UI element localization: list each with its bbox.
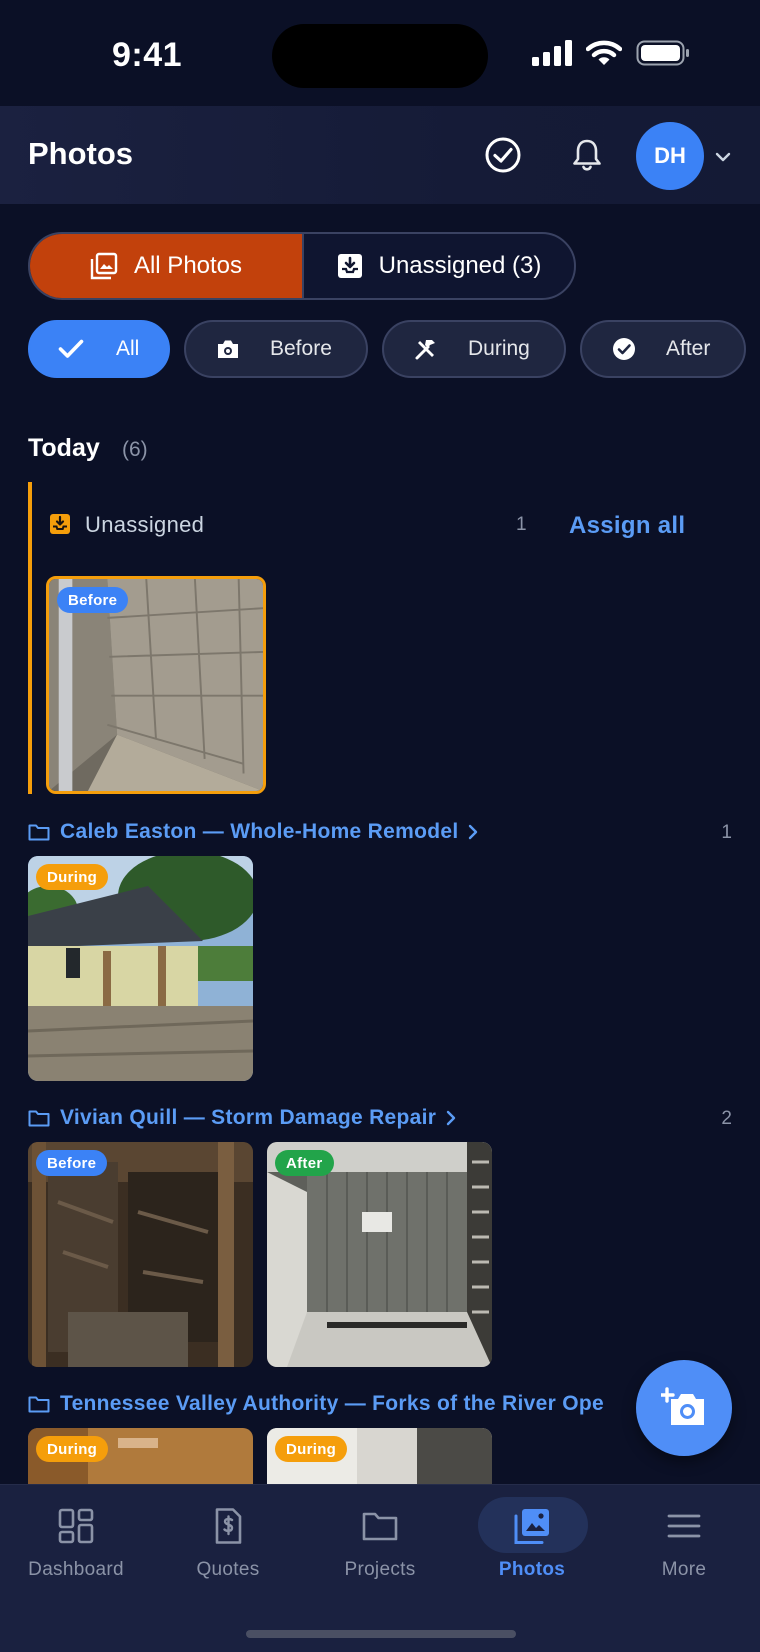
tab-photos[interactable]: Photos	[456, 1507, 608, 1581]
camera-add-icon	[661, 1387, 704, 1425]
photo-badge-during: During	[275, 1436, 348, 1462]
app-header: Photos DH	[0, 106, 760, 204]
bell-icon[interactable]	[568, 136, 606, 174]
page-title: Photos	[28, 136, 134, 171]
project-name: Caleb Easton — Whole-Home Remodel	[60, 820, 459, 843]
project-name: Tennessee Valley Authority — Forks of th…	[60, 1392, 604, 1415]
chevron-right-icon	[447, 1110, 456, 1126]
segment-unassigned-label: Unassigned (3)	[378, 252, 542, 279]
project-name: Vivian Quill — Storm Damage Repair	[60, 1106, 437, 1129]
photo-thumbnail[interactable]: During	[28, 1428, 253, 1484]
check-circle-icon	[613, 338, 635, 360]
assign-all-button[interactable]: Assign all	[569, 512, 685, 540]
tab-dashboard-label: Dashboard	[28, 1559, 124, 1580]
filter-chip-all-label: All	[116, 337, 140, 360]
tab-projects[interactable]: Projects	[304, 1507, 456, 1581]
unassigned-group-count: 1	[516, 514, 527, 535]
folder-icon	[362, 1512, 398, 1541]
photo-library-icon	[90, 252, 118, 280]
tab-quotes[interactable]: Quotes	[152, 1507, 304, 1581]
photo-badge-during: During	[36, 1436, 109, 1462]
project-photo-count: 2	[721, 1108, 732, 1129]
check-icon	[58, 339, 84, 358]
status-icons	[532, 40, 690, 66]
segment-unassigned[interactable]: Unassigned (3)	[304, 234, 574, 298]
photo-badge-during: During	[36, 864, 109, 890]
tab-photos-label: Photos	[498, 1559, 566, 1580]
photo-badge-after: After	[275, 1150, 334, 1176]
section-title-today: Today	[28, 434, 100, 462]
folder-icon	[28, 824, 50, 841]
home-indicator	[246, 1630, 516, 1638]
status-time: 9:41	[112, 36, 183, 74]
tools-icon	[415, 340, 435, 360]
inbox-download-icon	[50, 514, 70, 534]
photo-thumbnail[interactable]: During	[267, 1428, 492, 1484]
project-link[interactable]: Vivian Quill — Storm Damage Repair	[28, 1106, 456, 1130]
photo-thumbnail[interactable]: Before	[46, 576, 266, 794]
chevron-down-icon[interactable]	[712, 146, 734, 168]
folder-icon	[28, 1396, 50, 1413]
quote-document-icon	[215, 1508, 242, 1544]
chevron-right-icon	[469, 824, 478, 840]
photo-scope-segmented-control: All Photos Unassigned (3)	[28, 232, 576, 300]
status-bar: 9:41	[0, 0, 760, 106]
segment-all-photos-label: All Photos	[133, 252, 243, 279]
filter-chip-before[interactable]: Before	[184, 320, 368, 378]
wifi-icon	[586, 40, 622, 65]
photo-badge-before: Before	[57, 587, 129, 613]
photo-thumbnail[interactable]: During	[28, 856, 253, 1081]
unassigned-group-label: Unassigned	[85, 512, 205, 537]
project-link[interactable]: Caleb Easton — Whole-Home Remodel	[28, 820, 478, 844]
photo-thumbnail[interactable]: Before	[28, 1142, 253, 1367]
dynamic-island	[272, 24, 488, 88]
unassigned-accent-bar	[28, 482, 32, 794]
add-photo-button[interactable]	[636, 1360, 732, 1456]
tab-projects-label: Projects	[344, 1559, 416, 1580]
tab-quotes-label: Quotes	[196, 1559, 260, 1580]
bottom-tab-bar: Dashboard Quotes Projects Photos More	[0, 1484, 760, 1652]
filter-chips: All Before During After	[28, 320, 746, 378]
filter-chip-after[interactable]: After	[580, 320, 746, 378]
folder-icon	[28, 1110, 50, 1127]
photos-icon	[514, 1509, 549, 1544]
project-photo-count: 1	[721, 822, 732, 843]
dashboard-icon	[58, 1508, 94, 1544]
cellular-signal-icon	[532, 40, 572, 66]
menu-icon	[667, 1514, 701, 1538]
project-link[interactable]: Tennessee Valley Authority — Forks of th…	[28, 1392, 604, 1416]
photo-badge-before: Before	[36, 1150, 108, 1176]
segment-all-photos[interactable]: All Photos	[30, 234, 304, 298]
filter-chip-before-label: Before	[270, 337, 332, 360]
filter-chip-after-label: After	[666, 337, 711, 360]
photo-thumbnail[interactable]: After	[267, 1142, 492, 1367]
section-count-today: (6)	[122, 438, 148, 461]
filter-chip-during[interactable]: During	[382, 320, 566, 378]
tab-more[interactable]: More	[608, 1507, 760, 1581]
inbox-download-icon	[337, 254, 362, 278]
avatar[interactable]: DH	[636, 122, 704, 190]
filter-chip-during-label: During	[468, 337, 530, 360]
battery-icon	[636, 40, 689, 66]
tab-more-label: More	[661, 1559, 707, 1580]
filter-chip-all[interactable]: All	[28, 320, 170, 378]
camera-icon	[218, 340, 238, 358]
tab-dashboard[interactable]: Dashboard	[0, 1507, 152, 1581]
check-circle-icon[interactable]	[484, 136, 522, 174]
